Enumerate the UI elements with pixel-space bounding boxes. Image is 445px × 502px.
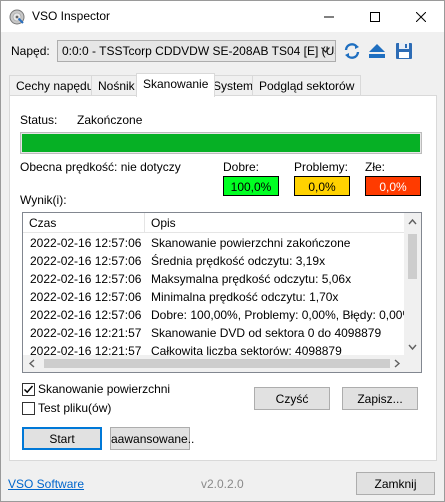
surface-scan-checkbox[interactable] (22, 383, 35, 396)
drive-label: Napęd: (11, 44, 50, 58)
tab-sector-view[interactable]: Podgląd sektorów (252, 75, 362, 96)
column-header-description[interactable]: Opis (145, 213, 182, 233)
good-label: Dobre: (223, 160, 260, 174)
results-label: Wynik(i): (20, 193, 67, 207)
problems-percentage-box: 0,0% (294, 176, 350, 196)
row-description: Skanowanie powierzchni zakończone (151, 236, 351, 250)
row-time: 2022-02-16 12:57:06 (30, 308, 142, 322)
scrollbar-thumb (44, 359, 390, 368)
list-item[interactable]: 2022-02-16 12:21:57 Skanowanie DVD od se… (23, 324, 408, 342)
status-value: Zakończone (77, 113, 143, 127)
drive-select-value: 0:0:0 - TSSTcorp CDDVDW SE-208AB TS04 [E… (62, 44, 336, 58)
progress-fill (22, 134, 420, 152)
save-results-button[interactable]: Zapisz... (342, 387, 418, 410)
tab-label: Cechy napędu (16, 79, 94, 93)
row-description: Minimalna prędkość odczytu: 1,70x (151, 290, 339, 304)
row-description: Średnia prędkość odczytu: 3,19x (151, 254, 326, 268)
results-list[interactable]: Czas Opis 2022-02-16 12:57:06 Skanowanie… (22, 212, 422, 373)
list-item[interactable]: 2022-02-16 12:57:06 Maksymalna prędkość … (23, 270, 408, 288)
save-icon[interactable] (394, 41, 414, 61)
start-button[interactable]: Start (22, 427, 102, 450)
row-time: 2022-02-16 12:57:06 (30, 254, 142, 268)
clear-button[interactable]: Czyść (254, 387, 330, 410)
minimize-button[interactable] (306, 1, 352, 32)
scrollbar-corner (404, 355, 421, 372)
surface-scan-label[interactable]: Skanowanie powierzchni (38, 382, 170, 396)
good-percentage-value: 100,0% (230, 180, 272, 194)
list-item[interactable]: 2022-02-16 12:57:06 Dobre: 100,00%, Prob… (23, 306, 413, 324)
save-results-button-label: Zapisz... (357, 392, 403, 406)
current-speed-label: Obecna prędkość: nie dotyczy (20, 160, 181, 174)
row-time: 2022-02-16 12:57:06 (30, 272, 142, 286)
advanced-button-label: aawansowane.. (111, 432, 195, 446)
problems-percentage-value: 0,0% (308, 180, 336, 194)
row-description: Maksymalna prędkość odczytu: 5,06x (151, 272, 352, 286)
tab-media[interactable]: Nośnik (91, 75, 142, 96)
list-item[interactable]: 2022-02-16 12:57:06 Skanowanie powierzch… (23, 234, 408, 252)
list-item[interactable]: 2022-02-16 12:57:06 Minimalna prędkość o… (23, 288, 408, 306)
bad-label: Złe: (365, 160, 386, 174)
clear-button-label: Czyść (275, 392, 309, 406)
eject-icon[interactable] (367, 41, 387, 61)
results-list-header: Czas Opis (23, 213, 408, 233)
minimize-icon (324, 16, 334, 17)
status-label: Status: (20, 113, 58, 127)
scrollbar-thumb (408, 234, 417, 279)
row-time: 2022-02-16 12:57:06 (30, 236, 142, 250)
vertical-scrollbar[interactable] (404, 213, 421, 356)
close-window-button[interactable] (398, 1, 444, 32)
maximize-icon (370, 11, 380, 22)
row-time: 2022-02-16 12:21:57 (30, 326, 142, 340)
close-button[interactable]: Zamknij (356, 472, 435, 495)
list-item[interactable]: 2022-02-16 12:57:06 Średnia prędkość odc… (23, 252, 408, 270)
tab-label: Nośnik (98, 79, 135, 93)
start-button-label: Start (49, 432, 75, 446)
checkmark-icon (23, 385, 34, 394)
chevron-down-icon (321, 47, 330, 53)
vso-software-link[interactable]: VSO Software (8, 477, 84, 491)
window-title: VSO Inspector (32, 9, 111, 23)
close-button-label: Zamknij (374, 477, 417, 491)
scan-progress-bar (20, 132, 422, 154)
tab-label: Podgląd sektorów (259, 79, 355, 93)
tab-drive-features[interactable]: Cechy napędu (9, 75, 101, 96)
scroll-up-icon (408, 218, 417, 225)
close-icon (416, 11, 426, 22)
horizontal-scrollbar[interactable] (23, 355, 406, 372)
version-label: v2.0.2.0 (201, 477, 244, 491)
bad-percentage-value: 0,0% (379, 180, 407, 194)
scroll-right-icon (394, 359, 401, 368)
app-logo-icon (9, 9, 25, 25)
column-header-time[interactable]: Czas (23, 213, 62, 233)
scroll-left-icon (28, 359, 35, 368)
row-time: 2022-02-16 12:57:06 (30, 290, 142, 304)
bad-percentage-box: 0,0% (365, 176, 421, 196)
scan-panel: Status: Zakończone Obecna prędkość: nie … (9, 95, 437, 461)
scroll-down-icon (408, 344, 417, 351)
drive-select[interactable]: 0:0:0 - TSSTcorp CDDVDW SE-208AB TS04 [E… (57, 40, 336, 62)
maximize-button[interactable] (352, 1, 398, 32)
refresh-icon[interactable] (342, 41, 362, 61)
row-description: Skanowanie DVD od sektora 0 do 4098879 (151, 326, 382, 340)
app-window: VSO Inspector Napęd: 0:0:0 - TSSTcorp CD… (0, 0, 445, 502)
file-test-checkbox[interactable] (22, 402, 35, 415)
file-test-label[interactable]: Test pliku(ów) (38, 401, 111, 415)
problems-label: Problemy: (294, 160, 349, 174)
row-description: Dobre: 100,00%, Problemy: 0,00%, Błędy: … (151, 308, 414, 322)
title-bar: VSO Inspector (1, 1, 444, 32)
tab-scan[interactable]: Skanowanie (136, 73, 216, 97)
advanced-button[interactable]: aawansowane.. (110, 427, 194, 450)
good-percentage-box: 100,0% (223, 176, 279, 196)
tab-label: Skanowanie (143, 77, 209, 91)
tab-label: System (213, 79, 254, 93)
